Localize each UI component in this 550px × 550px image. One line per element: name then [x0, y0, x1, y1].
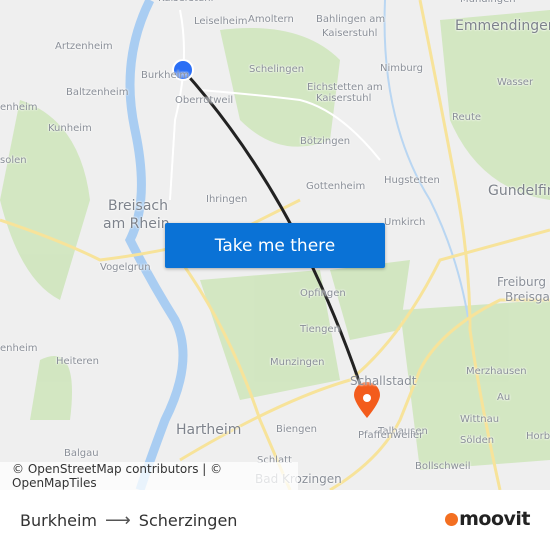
place-label: enheim [0, 343, 38, 354]
forest-area [440, 10, 550, 200]
place-label: Emmendingen [455, 18, 550, 34]
place-label: Bollschweil [415, 461, 471, 472]
moovit-logo-icon [445, 512, 459, 526]
place-label: Reute [452, 112, 482, 123]
place-label: Ihringen [206, 194, 248, 205]
place-label: Gottenheim [306, 181, 366, 192]
place-label: Biengen [276, 424, 317, 435]
place-label: Opfingen [300, 288, 346, 299]
place-label: Gundelfingen [488, 183, 550, 199]
place-label: Burkheim [141, 70, 190, 81]
place-label: Hugstetten [384, 175, 440, 186]
origin-name: Burkheim [20, 510, 97, 530]
place-label: Pfaffenweiler [358, 430, 424, 441]
place-label: Schallstadt [350, 374, 417, 388]
place-label: Heiteren [56, 356, 99, 367]
place-label: Bötzingen [300, 136, 351, 147]
place-label: Oberrotweil [175, 95, 234, 106]
place-label: Breisach [108, 198, 168, 214]
arrow-right-icon: ⟶ [104, 509, 131, 531]
place-label: solen [0, 155, 27, 166]
place-label: Mundingen [460, 0, 516, 5]
place-label: enheim [0, 102, 38, 113]
place-label: Baltzenheim [66, 87, 129, 98]
place-label: Artzenheim [55, 41, 113, 52]
place-label: am Rhein [103, 216, 170, 232]
take-me-there-button[interactable]: Take me there [165, 223, 385, 268]
destination-name: Scherzingen [138, 510, 238, 530]
place-label: Breisgau [505, 290, 550, 304]
place-label: Merzhausen [466, 366, 527, 377]
place-label: Hartheim [176, 422, 242, 438]
place-label: Balgau [64, 448, 99, 459]
map[interactable]: Kaiserstuhl LeiselheimAmoltern Bahlingen a… [0, 0, 550, 490]
map-attribution[interactable]: © OpenStreetMap contributors | © OpenMap… [0, 462, 298, 490]
place-label: Vogelgrun [100, 262, 151, 273]
place-label: Wittnau [460, 414, 500, 425]
place-label: Kunheim [48, 123, 92, 134]
place-label: Freiburg im [497, 275, 550, 289]
place-label: Tiengen [300, 324, 340, 335]
place-label: Wasser [497, 77, 534, 88]
moovit-logo[interactable]: moovit [445, 508, 530, 530]
place-label: Horben [526, 431, 550, 442]
place-label: Sölden [460, 435, 495, 446]
place-label: Leiselheim [194, 16, 248, 27]
place-label: Amoltern [248, 14, 294, 25]
place-label: Kaiserstuhl [158, 0, 213, 4]
place-label: Kaiserstuhl [316, 93, 372, 104]
place-label: Eichstetten am [307, 82, 383, 93]
place-label: Au [497, 392, 511, 403]
place-label: Umkirch [384, 217, 426, 228]
moovit-logo-text: moovit [459, 508, 530, 530]
place-label: Bahlingen am [316, 14, 386, 25]
place-label: Nimburg [380, 63, 423, 74]
place-label: Munzingen [270, 357, 325, 368]
place-label: Schelingen [249, 64, 305, 75]
place-label: Kaiserstuhl [322, 28, 378, 39]
